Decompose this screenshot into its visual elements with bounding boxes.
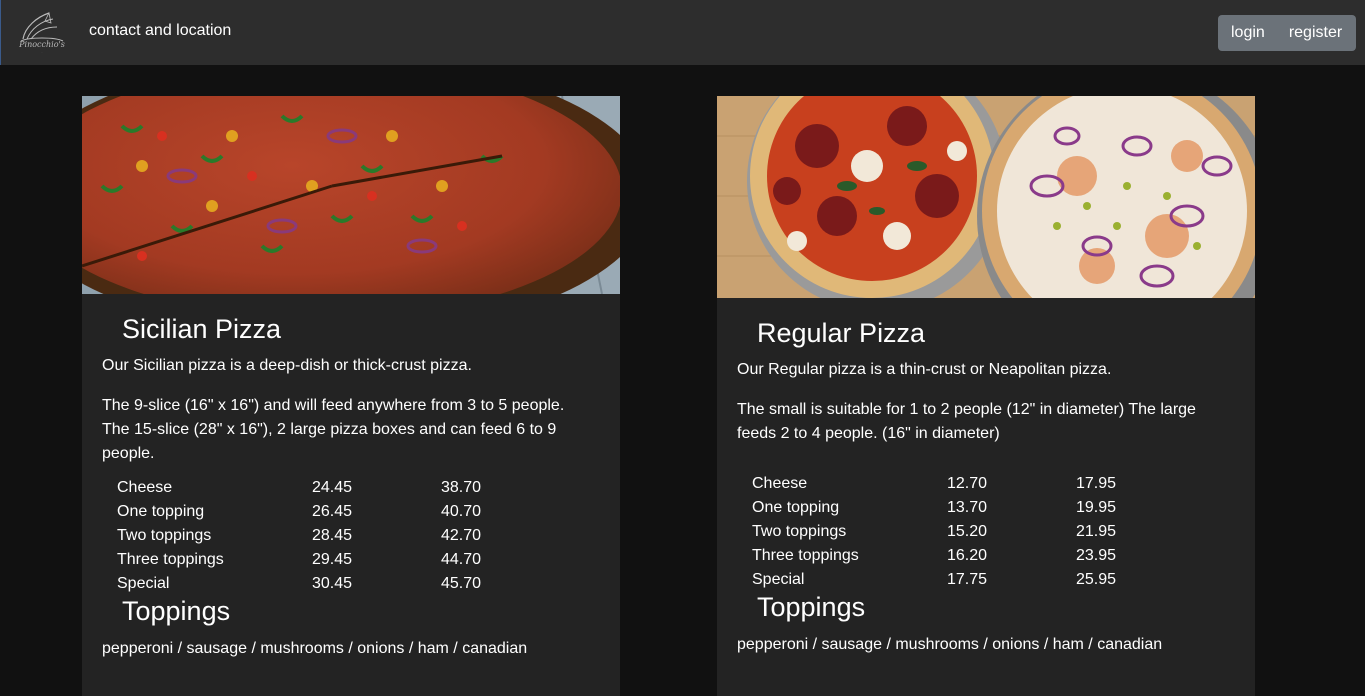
sicilian-title: Sicilian Pizza	[122, 314, 282, 344]
price-item-name: Cheese	[117, 479, 173, 496]
price-large: 45.70	[441, 575, 482, 592]
contact-location-link[interactable]: contact and location	[89, 22, 231, 40]
price-item-name: Two toppings	[117, 527, 212, 544]
price-row: Cheese 24.45 38.70	[117, 476, 517, 500]
price-large: 25.95	[1076, 571, 1117, 588]
price-row: Three toppings 29.45 44.70	[117, 548, 517, 572]
price-item-name: Special	[752, 571, 805, 588]
svg-text:·: ·	[42, 50, 43, 54]
price-small: 24.45	[312, 479, 353, 496]
price-small: 29.45	[312, 551, 353, 568]
price-item-name: Cheese	[752, 475, 808, 492]
price-row: One topping 13.70 19.95	[752, 496, 1152, 520]
sicilian-pizza-card: Sicilian Pizza Our Sicilian pizza is a d…	[82, 96, 620, 696]
sicilian-price-table: Cheese 24.45 38.70 One topping 26.45 40.…	[117, 476, 517, 596]
register-button[interactable]: register	[1277, 15, 1354, 51]
price-small: 26.45	[312, 503, 353, 520]
navbar: Pinocchio's · contact and location login…	[0, 0, 1365, 65]
price-row: Special 17.75 25.95	[752, 568, 1152, 592]
price-large: 17.95	[1076, 475, 1117, 492]
regular-toppings-title: Toppings	[757, 592, 866, 622]
price-item-name: Three toppings	[117, 551, 224, 568]
price-row: Two toppings 28.45 42.70	[117, 524, 517, 548]
sicilian-sizes: The 9-slice (16" x 16") and will feed an…	[102, 397, 565, 462]
login-button[interactable]: login	[1218, 15, 1277, 51]
price-small: 16.20	[947, 547, 988, 564]
price-large: 19.95	[1076, 499, 1117, 516]
logo-text: Pinocchio's	[18, 40, 65, 49]
price-item-name: Two toppings	[752, 523, 847, 540]
sicilian-toppings-title: Toppings	[122, 596, 231, 626]
price-small: 28.45	[312, 527, 353, 544]
sicilian-description: Our Sicilian pizza is a deep-dish or thi…	[102, 357, 472, 374]
regular-description: Our Regular pizza is a thin-crust or Nea…	[737, 361, 1112, 378]
price-row: Special 30.45 45.70	[117, 572, 517, 596]
pinocchios-logo[interactable]: Pinocchio's ·	[15, 9, 69, 55]
sicilian-pizza-image	[82, 96, 620, 336]
regular-pizza-card: Regular Pizza Our Regular pizza is a thi…	[717, 96, 1255, 696]
price-item-name: Special	[117, 575, 170, 592]
price-row: Three toppings 16.20 23.95	[752, 544, 1152, 568]
price-large: 23.95	[1076, 547, 1117, 564]
regular-title: Regular Pizza	[757, 318, 926, 348]
price-item-name: One topping	[117, 503, 205, 520]
regular-toppings-list: pepperoni / sausage / mushrooms / onions…	[737, 636, 1163, 653]
auth-button-group: login register	[1218, 15, 1356, 51]
price-row: Two toppings 15.20 21.95	[752, 520, 1152, 544]
price-small: 15.20	[947, 523, 988, 540]
price-row: Cheese 12.70 17.95	[752, 472, 1152, 496]
price-large: 44.70	[441, 551, 482, 568]
price-large: 42.70	[441, 527, 482, 544]
price-small: 13.70	[947, 499, 988, 516]
price-small: 30.45	[312, 575, 353, 592]
price-small: 12.70	[947, 475, 988, 492]
sicilian-toppings-list: pepperoni / sausage / mushrooms / onions…	[102, 640, 528, 657]
price-row: One topping 26.45 40.70	[117, 500, 517, 524]
price-large: 21.95	[1076, 523, 1117, 540]
regular-price-table: Cheese 12.70 17.95 One topping 13.70 19.…	[752, 472, 1152, 592]
price-large: 38.70	[441, 479, 482, 496]
regular-sizes: The small is suitable for 1 to 2 people …	[737, 401, 1196, 442]
price-item-name: One topping	[752, 499, 840, 516]
price-small: 17.75	[947, 571, 988, 588]
price-large: 40.70	[441, 503, 482, 520]
regular-pizza-image	[717, 96, 1255, 366]
price-item-name: Three toppings	[752, 547, 859, 564]
